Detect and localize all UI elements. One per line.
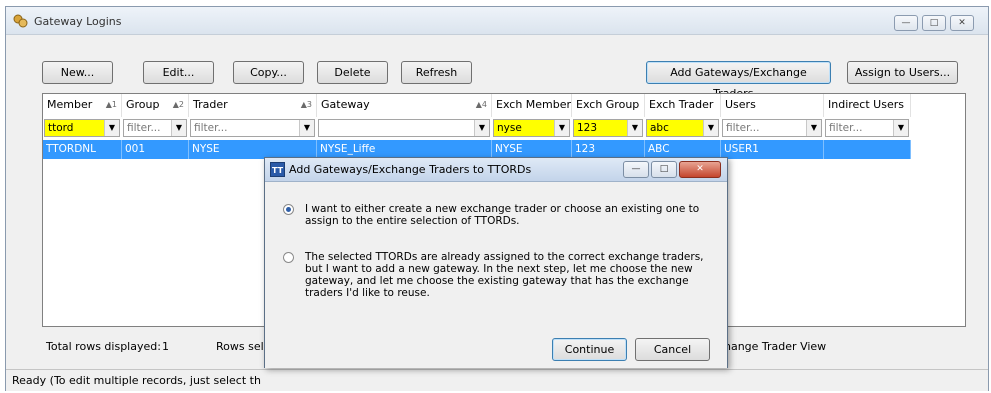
minimize-icon[interactable]: —: [894, 15, 918, 31]
add-gateways-dialog: TT Add Gateways/Exchange Traders to TTOR…: [264, 157, 728, 368]
column-header-indirect-users[interactable]: Indirect Users: [824, 94, 911, 117]
option2-radio[interactable]: [283, 252, 294, 263]
cell-indirect-users: [824, 140, 911, 159]
close-icon[interactable]: ✕: [679, 161, 721, 178]
filter-value: filter...: [726, 122, 760, 134]
filter-value: filter...: [829, 122, 863, 134]
grid-header: Member ▲1 Group ▲2 Trader ▲3 Gateway ▲4 Exch…: [43, 94, 965, 117]
maximize-icon[interactable]: □: [651, 161, 677, 178]
continue-button[interactable]: Continue: [552, 338, 627, 361]
dialog-title-bar: TT Add Gateways/Exchange Traders to TTOR…: [265, 158, 727, 182]
exchange-trader-view-label[interactable]: hange Trader View: [724, 340, 826, 353]
delete-button[interactable]: Delete: [317, 61, 388, 84]
chevron-down-icon[interactable]: ▼: [104, 120, 119, 136]
filter-group[interactable]: filter... ▼: [123, 119, 187, 137]
app-icon: [13, 14, 28, 28]
column-header-exch-group[interactable]: Exch Group: [572, 94, 645, 117]
sort-indicator: ▲2: [172, 100, 184, 109]
filter-exch-group[interactable]: 123 ▼: [573, 119, 643, 137]
column-header-exch-trader[interactable]: Exch Trader: [645, 94, 721, 117]
window-title: Gateway Logins: [34, 15, 122, 28]
total-rows-value: 1: [162, 340, 169, 353]
filter-value: 123: [577, 122, 598, 134]
cell-group: 001: [122, 140, 189, 159]
dialog-body: I want to either create a new exchange t…: [265, 182, 727, 368]
option2-text: The selected TTORDs are already assigned…: [305, 251, 704, 299]
column-header-group[interactable]: Group ▲2: [122, 94, 189, 117]
filter-indirect-users[interactable]: filter... ▼: [825, 119, 909, 137]
chevron-down-icon[interactable]: ▼: [299, 120, 314, 136]
column-label: Gateway: [321, 98, 370, 111]
minimize-icon[interactable]: —: [623, 161, 649, 178]
close-icon[interactable]: ✕: [950, 15, 974, 31]
new-button[interactable]: New...: [42, 61, 113, 84]
chevron-down-icon[interactable]: ▼: [703, 120, 718, 136]
cancel-button[interactable]: Cancel: [635, 338, 710, 361]
filter-row: ttord ▼ filter... ▼ filter... ▼ ▼ nyse ▼ 123…: [43, 117, 965, 139]
chevron-down-icon[interactable]: ▼: [627, 120, 642, 136]
filter-member[interactable]: ttord ▼: [44, 119, 120, 137]
column-header-exch-member[interactable]: Exch Member: [492, 94, 572, 117]
column-label: Exch Group: [576, 98, 640, 111]
option1-radio[interactable]: [283, 204, 294, 215]
tt-app-icon: TT: [270, 162, 285, 177]
filter-exch-member[interactable]: nyse ▼: [493, 119, 570, 137]
assign-to-users-button[interactable]: Assign to Users...: [847, 61, 958, 84]
filter-value: filter...: [194, 122, 228, 134]
column-header-member[interactable]: Member ▲1: [43, 94, 122, 117]
filter-gateway[interactable]: ▼: [318, 119, 490, 137]
maximize-icon[interactable]: □: [922, 15, 946, 31]
status-text: Ready (To edit multiple records, just se…: [12, 374, 261, 387]
filter-value: abc: [650, 122, 669, 134]
filter-exch-trader[interactable]: abc ▼: [646, 119, 719, 137]
refresh-button[interactable]: Refresh: [401, 61, 472, 84]
add-gateways-button[interactable]: Add Gateways/Exchange Traders...: [646, 61, 831, 100]
copy-button[interactable]: Copy...: [233, 61, 304, 84]
rows-selected-label: Rows sele: [216, 340, 271, 353]
chevron-down-icon[interactable]: ▼: [554, 120, 569, 136]
column-label: Member: [47, 98, 93, 111]
filter-users[interactable]: filter... ▼: [722, 119, 822, 137]
option1-text: I want to either create a new exchange t…: [305, 203, 700, 227]
column-header-users[interactable]: Users: [721, 94, 824, 117]
column-label: Indirect Users: [828, 98, 904, 111]
sort-indicator: ▲3: [300, 100, 312, 109]
column-label: Exch Trader: [649, 98, 714, 111]
chevron-down-icon[interactable]: ▼: [893, 120, 908, 136]
edit-button[interactable]: Edit...: [143, 61, 214, 84]
title-bar: Gateway Logins — □ ✕: [6, 7, 988, 35]
column-label: Group: [126, 98, 160, 111]
sort-indicator: ▲1: [105, 100, 117, 109]
dialog-title: Add Gateways/Exchange Traders to TTORDs: [289, 163, 532, 176]
column-label: Exch Member: [496, 98, 572, 111]
total-rows-label: Total rows displayed:: [46, 340, 161, 353]
column-header-trader[interactable]: Trader ▲3: [189, 94, 317, 117]
status-bar: Ready (To edit multiple records, just se…: [6, 369, 988, 391]
filter-value: nyse: [497, 122, 522, 134]
sort-indicator: ▲4: [475, 100, 487, 109]
chevron-down-icon[interactable]: ▼: [171, 120, 186, 136]
cell-users: USER1: [721, 140, 824, 159]
chevron-down-icon[interactable]: ▼: [474, 120, 489, 136]
cell-member: TTORDNL: [43, 140, 122, 159]
filter-value: filter...: [127, 122, 161, 134]
chevron-down-icon[interactable]: ▼: [806, 120, 821, 136]
filter-trader[interactable]: filter... ▼: [190, 119, 315, 137]
column-label: Trader: [193, 98, 228, 111]
column-header-gateway[interactable]: Gateway ▲4: [317, 94, 492, 117]
column-label: Users: [725, 98, 756, 111]
filter-value: ttord: [48, 122, 74, 134]
